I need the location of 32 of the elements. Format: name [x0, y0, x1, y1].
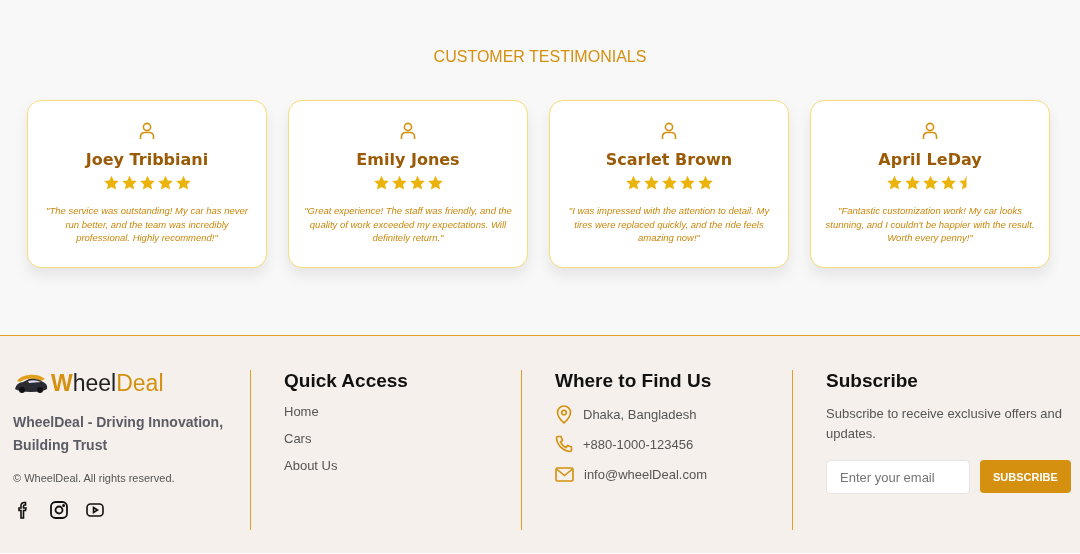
testimonial-quote: "The service was outstanding! My car has never run better, and the team was incredibly professional. Highly recommend!": [45, 204, 249, 245]
footer-link[interactable]: Home: [284, 404, 319, 419]
instagram-icon[interactable]: [49, 500, 69, 520]
email-field[interactable]: Enter your email: [826, 460, 970, 494]
reviewer-name: April LeDay: [878, 150, 982, 169]
contact-text: info@wheelDeal.com: [584, 466, 708, 482]
testimonial-quote: "Fantastic customization work! My car looks stunning, and I couldn't be happier with the result. Worth every penny!": [824, 204, 1036, 245]
footer-link[interactable]: About Us: [284, 458, 338, 473]
phone-icon: [555, 435, 573, 453]
brand-tagline: WheelDeal - Driving Innovation, Building Trust: [13, 413, 225, 455]
contact-text: Dhaka, Bangladesh: [583, 406, 697, 422]
contact-text: +880-1000-123456: [583, 436, 694, 452]
testimonial-quote: "I was impressed with the attention to detail. My tires were replaced quickly, and the ride feels amazing now!": [567, 204, 771, 245]
section-title: CUSTOMER TESTIMONIALS: [432, 48, 648, 66]
brand-logo: WheelDeal: [51, 370, 164, 397]
testimonial-quote: "Great experience! The staff was friendly, and the quality of work exceeded my expectations. Will definitely return.": [303, 204, 513, 245]
user-icon: [922, 122, 938, 140]
reviewer-name: Joey Tribbiani: [85, 150, 209, 169]
mail-icon: [555, 466, 574, 482]
copyright-text: © WheelDeal. All rights reserved.: [13, 472, 175, 484]
location-pin-icon: [555, 404, 573, 424]
reviewer-name: Scarlet Brown: [605, 150, 733, 169]
youtube-icon[interactable]: [85, 500, 105, 520]
user-icon: [139, 122, 155, 140]
column-heading: Quick Access: [284, 370, 408, 392]
user-icon: [400, 122, 416, 140]
column-heading: Where to Find Us: [555, 370, 712, 392]
footer-link[interactable]: Cars: [284, 431, 312, 446]
reviewer-name: Emily Jones: [356, 150, 460, 169]
user-icon: [661, 122, 677, 140]
column-heading: Subscribe: [826, 370, 918, 392]
subscribe-text: Subscribe to receive exclusive offers and updates.: [826, 405, 1064, 443]
